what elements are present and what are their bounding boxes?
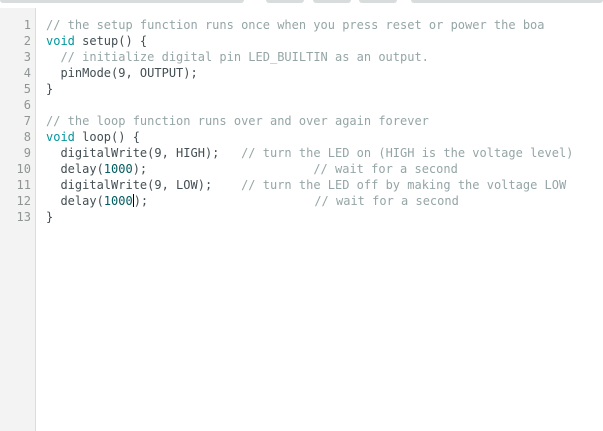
search-field[interactable] bbox=[411, 0, 603, 3]
comment-token: // the setup function runs once when you… bbox=[46, 18, 545, 32]
code-line[interactable]: 12 delay(1000); // wait for a second bbox=[0, 193, 603, 209]
code-token: setup() { bbox=[74, 34, 148, 48]
code-text[interactable]: // the loop function runs over and over … bbox=[46, 113, 429, 129]
line-number: 13 bbox=[16, 210, 31, 224]
code-token: delay( bbox=[46, 162, 104, 176]
sketch-tab[interactable] bbox=[0, 0, 244, 3]
code-token: pinMode(9, OUTPUT); bbox=[46, 66, 198, 80]
code-line[interactable]: 7 // the loop function runs over and over… bbox=[0, 113, 603, 129]
toolbar-button[interactable] bbox=[359, 0, 397, 3]
code-token: ); bbox=[133, 194, 315, 208]
code-line[interactable]: 8 void loop() { bbox=[0, 129, 603, 145]
line-number: 11 bbox=[16, 178, 31, 192]
code-text[interactable]: } bbox=[46, 81, 53, 97]
code-line[interactable]: 1 // the setup function runs once when yo… bbox=[0, 17, 603, 33]
line-number: 10 bbox=[16, 162, 31, 176]
code-text[interactable]: void setup() { bbox=[46, 33, 147, 49]
line-number: 5 bbox=[23, 82, 31, 96]
toolbar-button[interactable] bbox=[266, 0, 304, 3]
code-token: delay( bbox=[46, 194, 104, 208]
comment-token: // the loop function runs over and over … bbox=[46, 114, 429, 128]
code-text[interactable]: pinMode(9, OUTPUT); bbox=[46, 65, 198, 81]
code-line[interactable]: 5} bbox=[0, 81, 603, 97]
line-number: 3 bbox=[23, 50, 31, 64]
code-text[interactable]: } bbox=[46, 209, 53, 225]
line-number: 9 bbox=[23, 146, 31, 160]
toolbar-button[interactable] bbox=[313, 0, 351, 3]
line-number: 4 bbox=[23, 66, 31, 80]
code-token: digitalWrite(9, HIGH); bbox=[46, 146, 242, 160]
code-text[interactable]: delay(1000); // wait for a second bbox=[46, 193, 459, 209]
code-text[interactable]: // initialize digital pin LED_BUILTIN as… bbox=[46, 49, 429, 65]
code-line[interactable]: 11 digitalWrite(9, LOW); // turn the LED… bbox=[0, 177, 603, 193]
line-number: 1 bbox=[23, 18, 31, 32]
comment-token: // wait for a second bbox=[313, 162, 458, 176]
comment-token: // wait for a second bbox=[314, 194, 459, 208]
code-text[interactable]: // the setup function runs once when you… bbox=[46, 17, 545, 33]
keyword-token: void bbox=[46, 130, 75, 144]
code-token: loop() { bbox=[74, 130, 140, 144]
code-text[interactable]: digitalWrite(9, HIGH); // turn the LED o… bbox=[46, 145, 573, 161]
code-token: ); bbox=[132, 162, 314, 176]
number-token: 1000 bbox=[103, 194, 133, 208]
line-number: 12 bbox=[16, 194, 31, 208]
code-editor[interactable]: 1 // the setup function runs once when yo… bbox=[0, 8, 603, 431]
number-token: 1000 bbox=[103, 162, 133, 176]
code-text[interactable]: delay(1000); // wait for a second bbox=[46, 161, 458, 177]
toolbar-strip bbox=[0, 0, 603, 6]
comment-token: // initialize digital pin LED_BUILTIN as… bbox=[60, 50, 429, 64]
line-number: 7 bbox=[23, 114, 31, 128]
code-line[interactable]: 3 // initialize digital pin LED_BUILTIN … bbox=[0, 49, 603, 65]
code-token: digitalWrite(9, LOW); bbox=[46, 178, 242, 192]
code-line[interactable]: 9 digitalWrite(9, HIGH); // turn the LED… bbox=[0, 145, 603, 161]
code-token: } bbox=[46, 82, 54, 96]
code-text[interactable]: void loop() { bbox=[46, 129, 140, 145]
comment-token: // turn the LED off by making the voltag… bbox=[241, 178, 567, 192]
comment-token: // turn the LED on (HIGH is the voltage … bbox=[241, 146, 574, 160]
code-line[interactable]: 13} bbox=[0, 209, 603, 225]
keyword-token: void bbox=[46, 34, 75, 48]
code-line[interactable]: 10 delay(1000); // wait for a second bbox=[0, 161, 603, 177]
code-token: } bbox=[46, 210, 54, 224]
code-text[interactable]: digitalWrite(9, LOW); // turn the LED of… bbox=[46, 177, 566, 193]
line-number: 8 bbox=[23, 130, 31, 144]
line-number: 2 bbox=[23, 34, 31, 48]
code-line[interactable]: 4 pinMode(9, OUTPUT); bbox=[0, 65, 603, 81]
code-line[interactable]: 6 bbox=[0, 97, 603, 113]
code-line[interactable]: 2 void setup() { bbox=[0, 33, 603, 49]
line-number: 6 bbox=[23, 98, 31, 112]
